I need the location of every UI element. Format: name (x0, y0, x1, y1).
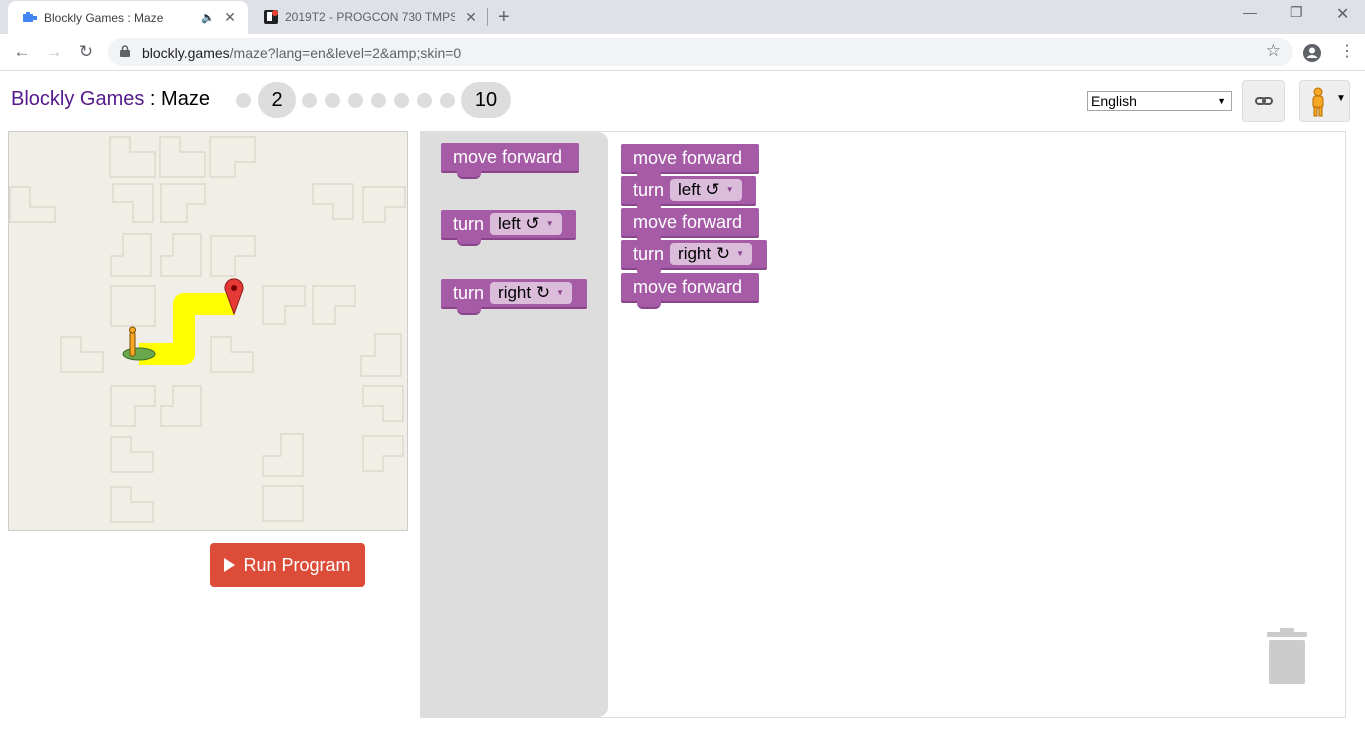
program-turn-left-block[interactable]: turn left ↺ ▼ (621, 176, 756, 212)
pegman-button[interactable]: ▼ (1299, 80, 1350, 122)
tab-title: Blockly Games : Maze (44, 10, 164, 25)
level-dot[interactable] (371, 93, 386, 108)
forward-icon[interactable]: → (42, 41, 66, 63)
direction-dropdown[interactable]: right ↻ ▼ (490, 282, 572, 304)
close-tab-icon[interactable]: ✕ (463, 9, 479, 26)
close-tab-icon[interactable]: ✕ (222, 9, 238, 26)
trash-icon[interactable] (1265, 628, 1309, 684)
minimize-icon[interactable]: — (1243, 4, 1257, 20)
bookmark-star-icon[interactable]: ☆ (1266, 41, 1281, 61)
level-current[interactable]: 2 (258, 82, 296, 118)
tab-separator (487, 8, 488, 26)
tab-progcon[interactable]: 2019T2 - PROGCON 730 TMPSY ✕ (249, 0, 489, 34)
pegman-icon (1312, 87, 1324, 117)
level-dot[interactable] (302, 93, 317, 108)
blockly-puzzle-icon (23, 11, 37, 22)
tab-blockly-maze[interactable]: Blockly Games : Maze 🔈 ✕ (8, 1, 248, 34)
browser-toolbar: ← → ↻ blockly.games/maze?lang=en&level=2… (0, 34, 1365, 71)
dropdown-arrow-icon: ▼ (736, 249, 744, 258)
language-select[interactable]: English ▼ (1087, 91, 1232, 111)
program-move-forward-block[interactable]: move forward (621, 144, 759, 180)
program-turn-right-block[interactable]: turn right ↻ ▼ (621, 240, 767, 276)
program-move-forward-block[interactable]: move forward (621, 273, 759, 309)
maze-path (139, 293, 235, 365)
level-dot[interactable] (348, 93, 363, 108)
link-icon (1255, 97, 1273, 105)
direction-dropdown[interactable]: left ↺ ▼ (490, 213, 562, 235)
dropdown-arrow-icon: ▼ (725, 185, 734, 194)
dropdown-arrow-icon: ▼ (1217, 96, 1226, 106)
direction-dropdown[interactable]: right ↻ ▼ (670, 243, 752, 265)
back-icon[interactable]: ← (10, 41, 34, 63)
game-name: Maze (161, 88, 210, 110)
start-marker (122, 347, 156, 361)
dropdown-arrow-icon: ▼ (556, 288, 564, 297)
url-text: blockly.games/maze?lang=en&level=2&amp;s… (142, 45, 462, 61)
maze-wall-outlines (9, 136, 406, 523)
maze-canvas (8, 131, 408, 531)
browser-tab-strip: Blockly Games : Maze 🔈 ✕ 2019T2 - PROGCO… (0, 0, 1365, 34)
pegman-icon (129, 326, 136, 357)
tab-title: 2019T2 - PROGCON 730 TMPSY (285, 10, 455, 24)
play-icon (224, 558, 236, 572)
address-bar[interactable]: blockly.games/maze?lang=en&level=2&amp;s… (108, 38, 1293, 66)
flyout-turn-right-block[interactable]: turn right ↻ ▼ (441, 279, 587, 315)
menu-kebab-icon[interactable]: ⋮ (1335, 41, 1359, 63)
level-dot[interactable] (417, 93, 432, 108)
brand-link[interactable]: Blockly Games (11, 88, 144, 110)
page-title: Blockly Games : Maze (11, 88, 210, 110)
level-dot[interactable] (236, 93, 251, 108)
new-tab-icon[interactable]: + (498, 6, 510, 29)
lock-icon (120, 45, 130, 57)
level-dot[interactable] (394, 93, 409, 108)
flyout-turn-left-block[interactable]: turn left ↺ ▼ (441, 210, 576, 246)
recording-icon (264, 10, 278, 24)
level-dot[interactable] (440, 93, 455, 108)
profile-icon[interactable] (1302, 43, 1322, 63)
flyout-move-forward-block[interactable]: move forward (441, 143, 579, 179)
run-program-button[interactable]: Run Program (210, 543, 365, 587)
dropdown-arrow-icon: ▼ (545, 219, 554, 228)
dropdown-arrow-icon: ▼ (1336, 93, 1346, 104)
maze-drawing (9, 136, 406, 523)
level-max[interactable]: 10 (461, 82, 511, 118)
program-move-forward-block[interactable]: move forward (621, 208, 759, 244)
close-window-icon[interactable]: ✕ (1336, 4, 1349, 24)
direction-dropdown[interactable]: left ↺ ▼ (670, 179, 742, 201)
reload-icon[interactable]: ↻ (74, 41, 98, 63)
speaker-icon[interactable]: 🔈 (201, 11, 215, 24)
level-dot[interactable] (325, 93, 340, 108)
restore-icon[interactable]: ❐ (1290, 4, 1303, 21)
link-button[interactable] (1242, 80, 1285, 122)
